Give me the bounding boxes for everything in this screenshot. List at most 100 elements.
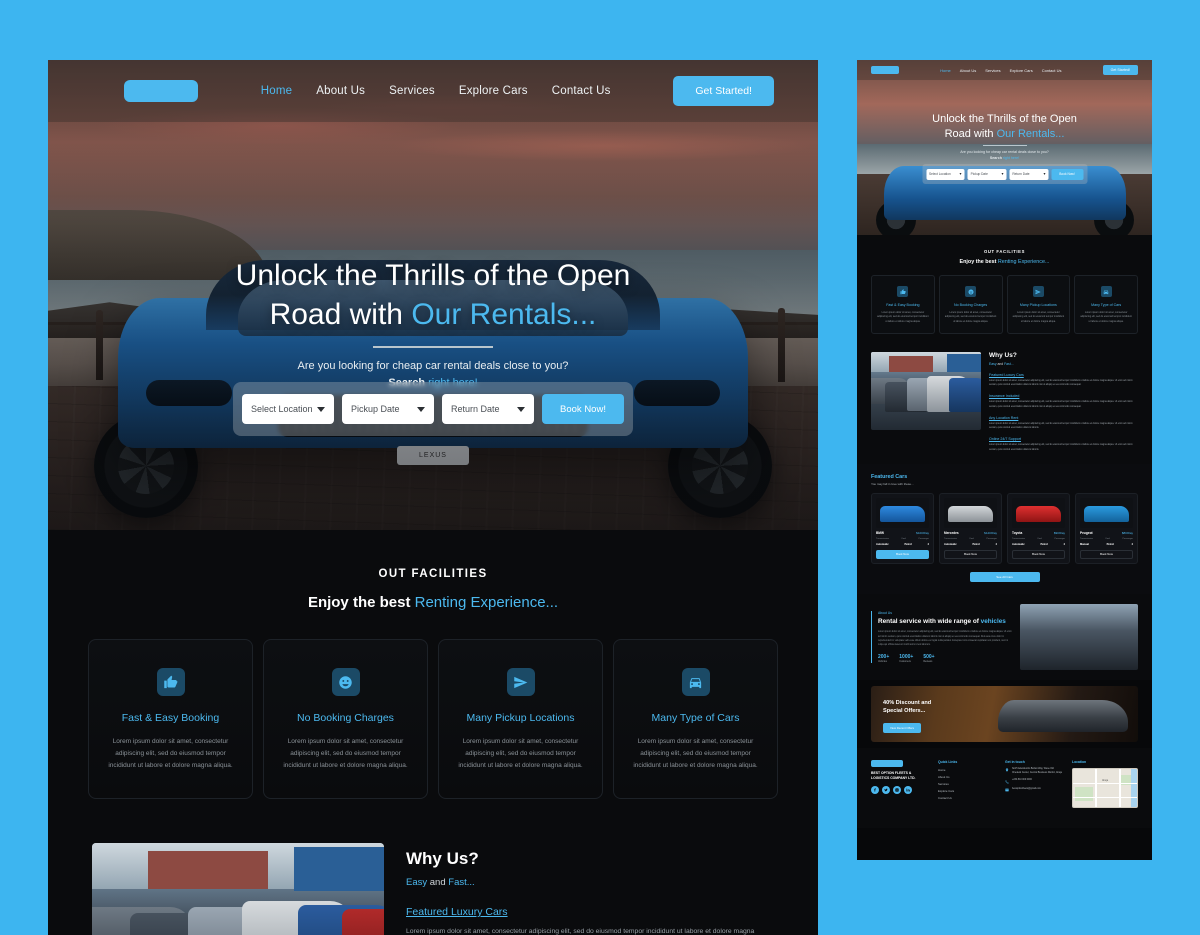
- thumb-why-us-content: Why Us? Easy and Fast... Featured Luxury…: [989, 352, 1138, 452]
- linkedin-icon[interactable]: [904, 786, 912, 795]
- chevron-down-icon: [959, 173, 962, 175]
- social-links: [871, 786, 928, 795]
- car-book-now-button[interactable]: Book Now: [1012, 549, 1065, 559]
- thumb-facility-card[interactable]: Fast & Easy Booking Lorem ipsum dolor si…: [871, 275, 935, 334]
- facility-card-title: Many Type of Cars: [651, 712, 740, 724]
- thumb-nav-link-about-us[interactable]: About Us: [960, 68, 976, 73]
- facebook-icon[interactable]: [871, 786, 879, 795]
- footer-logo[interactable]: [871, 759, 903, 767]
- get-started-button[interactable]: Get Started!: [673, 76, 774, 106]
- hero-divider: [373, 346, 493, 348]
- contact-phone[interactable]: +234 810 000 0000: [1005, 779, 1062, 784]
- facility-card[interactable]: No Booking Charges Lorem ipsum dolor sit…: [263, 639, 428, 800]
- promo-banner: 40% Discount and Special Offers... View …: [871, 685, 1138, 742]
- car-icon: [681, 668, 710, 696]
- thumb-facility-card[interactable]: No Booking Charges Lorem ipsum dolor sit…: [938, 275, 1003, 334]
- facilities-section: OUT FACILITIES Enjoy the best Renting Ex…: [48, 530, 818, 830]
- desktop-preview: LEXUS Home About Us Services Explore Car…: [48, 60, 818, 935]
- select-location-dropdown[interactable]: Select Location: [242, 394, 334, 424]
- thumb-why-us-image: [871, 351, 981, 430]
- about-stats: 200+ Vehicles 1000+ Customers 500+ Reviews: [878, 654, 1012, 663]
- car-card[interactable]: Peugeot $80/Day Transmission Fuel Passenger…: [1075, 492, 1138, 564]
- smiley-icon: [965, 286, 977, 297]
- full-page-preview: Home About Us Services Explore Cars Cont…: [857, 60, 1152, 860]
- car-card[interactable]: Toyota $90/Day Transmission Fuel Passenger …: [1007, 492, 1070, 564]
- logo[interactable]: [124, 80, 198, 102]
- stat-item: 200+ Vehicles: [878, 653, 890, 663]
- contact-email[interactable]: bestoptionfleets@gmail.com: [1005, 788, 1062, 793]
- smiley-icon: [331, 668, 360, 696]
- book-now-button[interactable]: Book Now!: [542, 394, 624, 424]
- thumb-why-us-item: Insurance Included Lorem ipsum dolor sit…: [989, 394, 1133, 408]
- mail-icon: [1005, 788, 1009, 792]
- hero-content: Unlock the Thrills of the Open Road with…: [48, 256, 818, 393]
- footer-link-about-us[interactable]: About Us: [938, 775, 995, 779]
- thumb-hero-heading: Unlock the Thrills of the Open Road with…: [932, 113, 1077, 140]
- promo-line1: 40% Discount and: [883, 699, 932, 706]
- facility-card[interactable]: Fast & Easy Booking Lorem ipsum dolor si…: [88, 639, 253, 800]
- thumb-logo[interactable]: [871, 66, 899, 74]
- car-book-now-button[interactable]: Book Now: [1080, 549, 1133, 559]
- why-us-subtitle: Easy and Fast...: [406, 877, 475, 889]
- why-us-image: [92, 843, 384, 935]
- thumbs-up-icon: [156, 668, 185, 696]
- pickup-date-dropdown[interactable]: Pickup Date: [342, 394, 434, 424]
- car-image: [944, 497, 997, 528]
- car-card[interactable]: Mercedes $120/Day Transmission Fuel Passeng…: [939, 492, 1002, 564]
- facility-card[interactable]: Many Type of Cars Lorem ipsum dolor sit …: [613, 639, 778, 800]
- nav-link-services[interactable]: Services: [389, 85, 435, 97]
- thumb-facilities-section: OUT FACILITIES Enjoy the best Renting Ex…: [857, 235, 1152, 346]
- car-card[interactable]: BMW $100/Day Transmission Fuel Passenger Au…: [871, 492, 934, 564]
- nav-link-home[interactable]: Home: [261, 85, 292, 97]
- return-date-dropdown[interactable]: Return Date: [442, 394, 534, 424]
- about-title: Rental service with wide range of vehicl…: [878, 617, 1006, 625]
- booking-search-bar: Select Location Pickup Date Return Date …: [233, 382, 633, 436]
- view-recent-offers-button[interactable]: View Recent Offers: [883, 722, 921, 733]
- footer-contact-column: Get in touch No15 Adetokunbo Buhari Way,…: [1005, 760, 1062, 808]
- car-book-now-button[interactable]: Book Now: [876, 549, 929, 559]
- car-book-now-button[interactable]: Book Now: [944, 549, 997, 559]
- hero-heading: Unlock the Thrills of the Open Road with…: [48, 256, 818, 334]
- thumb-get-started-button[interactable]: Get Started!: [1102, 65, 1138, 75]
- chevron-down-icon: [417, 406, 425, 412]
- phone-icon: [1005, 780, 1009, 784]
- thumb-facility-card[interactable]: Many Type of Cars Lorem ipsum dolor sit …: [1074, 275, 1138, 334]
- location-heading: Location: [1072, 759, 1087, 764]
- location-map[interactable]: Abuja: [1072, 767, 1138, 808]
- thumb-nav-link-services[interactable]: Services: [985, 68, 1000, 73]
- facilities-title: Enjoy the best Renting Experience...: [307, 594, 559, 611]
- paper-plane-icon: [1032, 286, 1044, 297]
- thumb-select-location-dropdown[interactable]: Select Location: [926, 168, 965, 180]
- footer-link-explore-cars[interactable]: Explore Cars: [938, 789, 995, 793]
- hero-heading-line2: Road with Our Rentals...: [269, 298, 597, 331]
- thumb-nav-link-home[interactable]: Home: [940, 68, 951, 73]
- thumb-pickup-date-dropdown[interactable]: Pickup Date: [967, 168, 1007, 180]
- thumb-nav-link-explore-cars[interactable]: Explore Cars: [1010, 68, 1033, 73]
- nav-links: Home About Us Services Explore Cars Cont…: [261, 85, 611, 97]
- why-us-item: Featured Luxury Cars Lorem ipsum dolor s…: [406, 906, 774, 935]
- thumb-facility-card[interactable]: Many Pickup Locations Lorem ipsum dolor …: [1006, 275, 1071, 334]
- chevron-down-icon: [1043, 173, 1046, 175]
- see-all-cars-button[interactable]: See All Cars: [969, 571, 1040, 582]
- thumb-book-now-button[interactable]: Book Now!: [1051, 168, 1084, 180]
- promo-car-image: [998, 699, 1128, 732]
- why-us-item-title[interactable]: Featured Luxury Cars: [406, 906, 774, 918]
- facility-card[interactable]: Many Pickup Locations Lorem ipsum dolor …: [438, 639, 603, 800]
- footer-link-home[interactable]: Home: [938, 768, 995, 772]
- stat-item: 500+ Reviews: [923, 653, 935, 663]
- thumb-facilities-title: Enjoy the best Renting Experience...: [959, 259, 1050, 265]
- nav-link-explore-cars[interactable]: Explore Cars: [459, 85, 528, 97]
- twitter-icon[interactable]: [882, 786, 890, 795]
- contact-heading: Get in touch: [1005, 759, 1025, 764]
- thumb-return-date-dropdown[interactable]: Return Date: [1009, 168, 1049, 180]
- thumb-hero-content: Unlock the Thrills of the Open Road with…: [857, 112, 1152, 161]
- nav-link-contact-us[interactable]: Contact Us: [552, 85, 611, 97]
- thumb-nav-link-contact-us[interactable]: Contact Us: [1042, 68, 1062, 73]
- hero-subtitle-line1: Are you looking for cheap car rental dea…: [297, 359, 569, 372]
- nav-link-about-us[interactable]: About Us: [316, 85, 365, 97]
- footer-link-contact-us[interactable]: Contact Us: [938, 796, 995, 800]
- thumb-featured-cars-section: Featured Cars You may fall in love with …: [857, 463, 1152, 594]
- footer-link-services[interactable]: Services: [938, 782, 995, 786]
- hero-heading-line1: Unlock the Thrills of the Open: [235, 259, 631, 292]
- instagram-icon[interactable]: [893, 786, 901, 795]
